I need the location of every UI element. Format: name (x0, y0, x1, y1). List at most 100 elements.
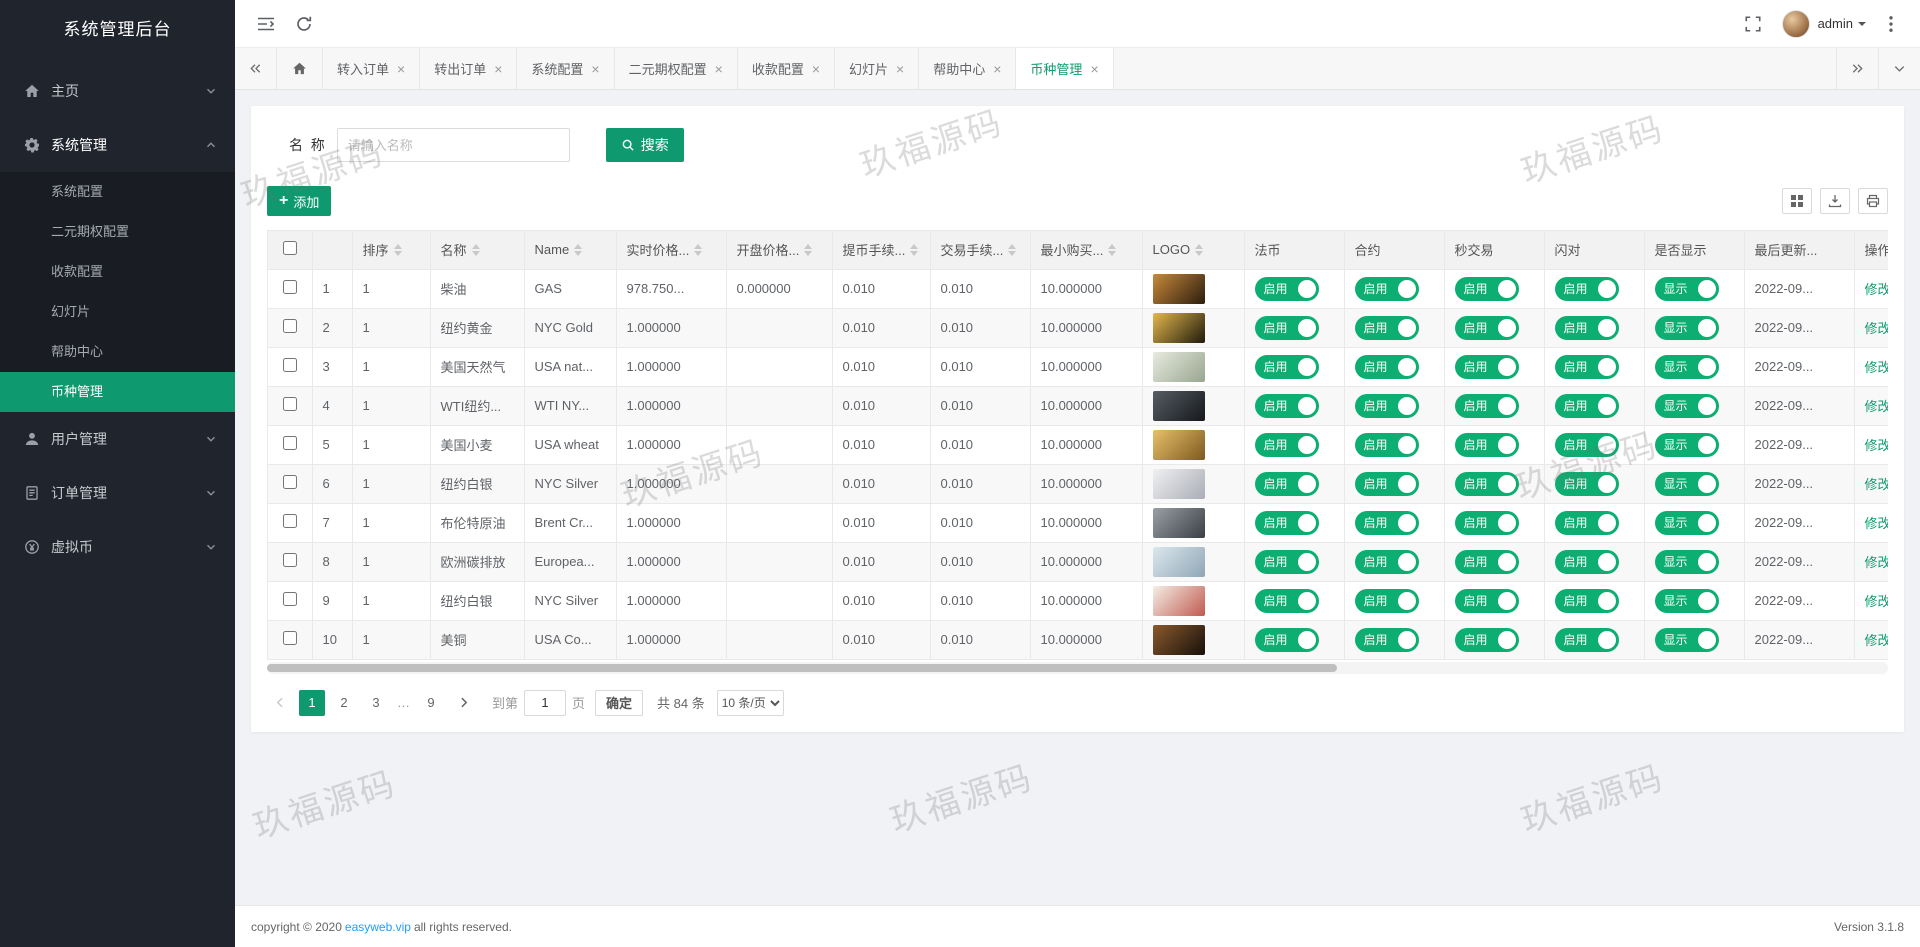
print-button[interactable] (1858, 188, 1888, 214)
sort-icon[interactable] (394, 244, 402, 256)
fiat-toggle[interactable]: 启用 (1255, 472, 1319, 496)
tab-close-icon[interactable]: × (715, 62, 723, 76)
sort-icon[interactable] (574, 244, 582, 256)
row-checkbox[interactable] (283, 514, 297, 528)
contract-toggle[interactable]: 启用 (1355, 589, 1419, 613)
show-toggle[interactable]: 显示 (1655, 550, 1719, 574)
flash-toggle[interactable]: 启用 (1555, 394, 1619, 418)
tabs-dropdown-button[interactable] (1878, 48, 1920, 89)
contract-toggle[interactable]: 启用 (1355, 355, 1419, 379)
tab-转入订单[interactable]: 转入订单× (323, 48, 420, 89)
column-header-logo[interactable]: LOGO (1142, 231, 1244, 269)
fiat-toggle[interactable]: 启用 (1255, 355, 1319, 379)
footer-link[interactable]: easyweb.vip (345, 920, 411, 934)
page-button-9[interactable]: 9 (418, 690, 444, 716)
sidebar-subitem-币种管理[interactable]: 币种管理 (0, 372, 235, 412)
sec-toggle[interactable]: 启用 (1455, 472, 1519, 496)
sec-toggle[interactable]: 启用 (1455, 394, 1519, 418)
show-toggle[interactable]: 显示 (1655, 472, 1719, 496)
column-header-name[interactable]: 名称 (430, 231, 524, 269)
fullscreen-button[interactable] (1734, 5, 1772, 43)
sec-toggle[interactable]: 启用 (1455, 355, 1519, 379)
flash-toggle[interactable]: 启用 (1555, 589, 1619, 613)
edit-link[interactable]: 修改 (1865, 360, 1889, 375)
search-input[interactable] (337, 128, 570, 162)
row-checkbox[interactable] (283, 280, 297, 294)
search-button[interactable]: 搜索 (606, 128, 684, 162)
edit-link[interactable]: 修改 (1865, 477, 1889, 492)
tab-收款配置[interactable]: 收款配置× (738, 48, 835, 89)
fiat-toggle[interactable]: 启用 (1255, 394, 1319, 418)
more-menu-button[interactable] (1872, 5, 1910, 43)
show-toggle[interactable]: 显示 (1655, 628, 1719, 652)
tab-幻灯片[interactable]: 幻灯片× (835, 48, 919, 89)
sort-icon[interactable] (694, 244, 702, 256)
sec-toggle[interactable]: 启用 (1455, 277, 1519, 301)
sort-icon[interactable] (472, 244, 480, 256)
sort-icon[interactable] (1108, 244, 1116, 256)
tab-home[interactable] (277, 48, 323, 89)
edit-link[interactable]: 修改 (1865, 633, 1889, 648)
edit-link[interactable]: 修改 (1865, 516, 1889, 531)
fiat-toggle[interactable]: 启用 (1255, 628, 1319, 652)
flash-toggle[interactable]: 启用 (1555, 472, 1619, 496)
row-checkbox[interactable] (283, 397, 297, 411)
select-all-checkbox[interactable] (283, 241, 297, 255)
flash-toggle[interactable]: 启用 (1555, 277, 1619, 301)
edit-link[interactable]: 修改 (1865, 438, 1889, 453)
sidebar-item-订单管理[interactable]: 订单管理 (0, 466, 235, 520)
tab-帮助中心[interactable]: 帮助中心× (919, 48, 1016, 89)
tabs-scroll-right-button[interactable] (1836, 48, 1878, 89)
contract-toggle[interactable]: 启用 (1355, 550, 1419, 574)
sidebar-item-用户管理[interactable]: 用户管理 (0, 412, 235, 466)
flash-toggle[interactable]: 启用 (1555, 511, 1619, 535)
page-button-1[interactable]: 1 (299, 690, 325, 716)
sidebar-subitem-二元期权配置[interactable]: 二元期权配置 (0, 212, 235, 252)
sec-toggle[interactable]: 启用 (1455, 433, 1519, 457)
tab-转出订单[interactable]: 转出订单× (420, 48, 517, 89)
show-toggle[interactable]: 显示 (1655, 433, 1719, 457)
fiat-toggle[interactable]: 启用 (1255, 277, 1319, 301)
sec-toggle[interactable]: 启用 (1455, 628, 1519, 652)
flash-toggle[interactable]: 启用 (1555, 316, 1619, 340)
edit-link[interactable]: 修改 (1865, 555, 1889, 570)
scrollbar-thumb[interactable] (267, 664, 1337, 672)
contract-toggle[interactable]: 启用 (1355, 628, 1419, 652)
tab-币种管理[interactable]: 币种管理× (1016, 48, 1113, 89)
edit-link[interactable]: 修改 (1865, 399, 1889, 414)
tab-close-icon[interactable]: × (993, 62, 1001, 76)
edit-link[interactable]: 修改 (1865, 282, 1889, 297)
sidebar-subitem-系统配置[interactable]: 系统配置 (0, 172, 235, 212)
show-toggle[interactable]: 显示 (1655, 355, 1719, 379)
horizontal-scrollbar[interactable] (267, 662, 1888, 674)
column-header-sort[interactable]: 排序 (352, 231, 430, 269)
sidebar-subitem-帮助中心[interactable]: 帮助中心 (0, 332, 235, 372)
page-button-2[interactable]: 2 (331, 690, 357, 716)
contract-toggle[interactable]: 启用 (1355, 394, 1419, 418)
tab-close-icon[interactable]: × (896, 62, 904, 76)
page-size-select[interactable]: 10 条/页 (717, 690, 784, 716)
edit-link[interactable]: 修改 (1865, 594, 1889, 609)
tab-close-icon[interactable]: × (397, 62, 405, 76)
flash-toggle[interactable]: 启用 (1555, 628, 1619, 652)
row-checkbox[interactable] (283, 475, 297, 489)
column-header-open[interactable]: 开盘价格... (726, 231, 832, 269)
user-menu[interactable]: admin (1818, 16, 1866, 31)
tab-系统配置[interactable]: 系统配置× (517, 48, 614, 89)
page-button-3[interactable]: 3 (363, 690, 389, 716)
goto-page-input[interactable] (524, 690, 566, 716)
sidebar-subitem-收款配置[interactable]: 收款配置 (0, 252, 235, 292)
show-toggle[interactable]: 显示 (1655, 511, 1719, 535)
flash-toggle[interactable]: 启用 (1555, 355, 1619, 379)
refresh-button[interactable] (285, 5, 323, 43)
sec-toggle[interactable]: 启用 (1455, 511, 1519, 535)
sec-toggle[interactable]: 启用 (1455, 550, 1519, 574)
contract-toggle[interactable]: 启用 (1355, 472, 1419, 496)
tabs-scroll-left-button[interactable] (235, 48, 277, 89)
row-checkbox[interactable] (283, 358, 297, 372)
row-checkbox[interactable] (283, 553, 297, 567)
fiat-toggle[interactable]: 启用 (1255, 316, 1319, 340)
contract-toggle[interactable]: 启用 (1355, 511, 1419, 535)
show-toggle[interactable]: 显示 (1655, 394, 1719, 418)
goto-confirm-button[interactable]: 确定 (595, 690, 643, 716)
